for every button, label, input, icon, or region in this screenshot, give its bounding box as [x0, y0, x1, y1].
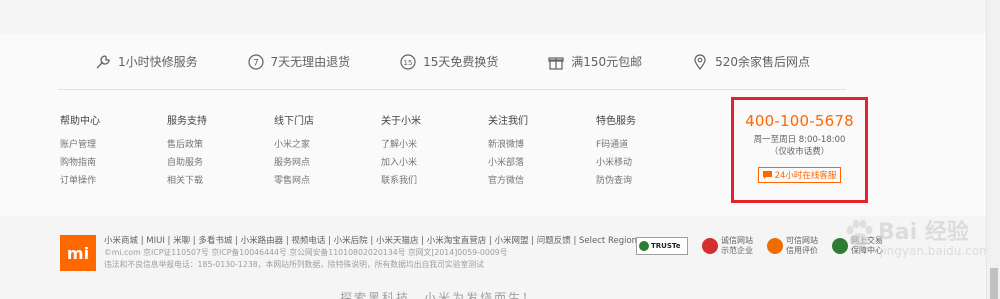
footer-link[interactable]: 购物指南: [60, 159, 100, 168]
gift-icon: [547, 53, 565, 71]
badge-text: 诚信网站: [721, 236, 753, 245]
trusted-site-badge[interactable]: 可信网站 信用评价: [767, 236, 818, 256]
footer-link[interactable]: 官方微信: [488, 177, 528, 186]
footer-link[interactable]: 防伪查询: [596, 177, 636, 186]
footer-link[interactable]: 小米部落: [488, 159, 528, 168]
column-title: 关于小米: [381, 116, 421, 127]
service-bar: 1小时快修服务 7 7天无理由退货 15 15天免费换货 满150元包邮 520…: [0, 34, 986, 90]
truste-seal-icon: [639, 241, 649, 251]
mi-logo[interactable]: mi: [60, 235, 96, 271]
footer-link[interactable]: 账户管理: [60, 141, 100, 150]
slogan: 探索黑科技，小米为发烧而生！: [340, 291, 537, 299]
footer-link[interactable]: F码通道: [596, 141, 636, 150]
svg-text:7: 7: [253, 58, 259, 68]
footer-link[interactable]: 小米移动: [596, 159, 636, 168]
service-item-repair[interactable]: 1小时快修服务: [94, 53, 198, 71]
chat-bubble-icon: [762, 171, 772, 179]
footer-link[interactable]: 零售网点: [274, 177, 314, 186]
service-label: 1小时快修服务: [118, 55, 198, 69]
location-pin-icon: [691, 53, 709, 71]
footer-link[interactable]: 自助服务: [167, 159, 207, 168]
footer-link[interactable]: 订单操作: [60, 177, 100, 186]
footer-column-stores: 线下门店 小米之家 服务网点 零售网点: [274, 112, 314, 195]
watermark-url: jingyan.baidu.com: [880, 244, 991, 258]
footer-link[interactable]: 相关下载: [167, 177, 207, 186]
footer-link[interactable]: 了解小米: [381, 141, 421, 150]
footer-column-help: 帮助中心 账户管理 购物指南 订单操作: [60, 112, 100, 195]
footer-link[interactable]: 小米之家: [274, 141, 314, 150]
baidu-jingyan-watermark: Bai 经验 jingyan.baidu.com: [840, 212, 991, 272]
column-title: 服务支持: [167, 116, 207, 127]
service-item-return[interactable]: 7 7天无理由退货: [247, 53, 351, 71]
badge-text: 示范企业: [721, 246, 753, 255]
truste-label: TRUSTe: [651, 242, 681, 250]
footer-link[interactable]: 服务网点: [274, 159, 314, 168]
customer-service-box: 400-100-5678 周一至周日 8:00-18:00 （仅收市话费） 24…: [731, 97, 868, 203]
column-title: 特色服务: [596, 116, 636, 127]
service-label: 满150元包邮: [571, 55, 643, 69]
service-item-outlets[interactable]: 520余家售后网点: [691, 53, 810, 71]
service-phone: 400-100-5678: [745, 112, 854, 130]
column-title: 关注我们: [488, 116, 528, 127]
footer-link[interactable]: 售后政策: [167, 141, 207, 150]
top-strip: [0, 0, 986, 34]
footer-link[interactable]: 新浪微博: [488, 141, 528, 150]
integrity-site-badge[interactable]: 诚信网站 示范企业: [702, 236, 753, 256]
column-title: 帮助中心: [60, 116, 100, 127]
wrench-icon: [94, 53, 112, 71]
footer-column-follow: 关注我们 新浪微博 小米部落 官方微信: [488, 112, 528, 195]
footer-column-support: 服务支持 售后政策 自助服务 相关下载: [167, 112, 207, 195]
footer-column-about: 关于小米 了解小米 加入小米 联系我们: [381, 112, 421, 195]
site-links-line[interactable]: 小米商城 | MIUI | 米聊 | 多看书城 | 小米路由器 | 视频电话 |…: [104, 235, 637, 247]
watermark-title: Bai 经验: [878, 220, 969, 245]
legal-strip: mi 小米商城 | MIUI | 米聊 | 多看书城 | 小米路由器 | 视频电…: [0, 216, 986, 286]
badge-text: 可信网站: [786, 236, 818, 245]
badge-text: 信用评价: [786, 246, 818, 255]
mi-logo-text: mi: [66, 243, 90, 263]
report-line: 违法和不良信息举报电话：185-0130-1238，本网站所列数据，除特殊说明，…: [104, 260, 484, 269]
trusted-seal-icon: [767, 238, 783, 254]
exchange-15-icon: 15: [399, 53, 417, 71]
svg-text:15: 15: [404, 59, 413, 67]
online-chat-button[interactable]: 24小时在线客服: [757, 167, 842, 183]
service-item-shipping[interactable]: 满150元包邮: [547, 53, 642, 71]
footer-link[interactable]: 联系我们: [381, 177, 421, 186]
service-label: 15天免费换货: [423, 55, 499, 69]
scrollbar-thumb[interactable]: [990, 268, 998, 299]
service-label: 520余家售后网点: [715, 55, 810, 69]
integrity-seal-icon: [702, 238, 718, 254]
paw-icon: [846, 219, 873, 247]
column-title: 线下门店: [274, 116, 314, 127]
service-item-exchange[interactable]: 15 15天免费换货: [399, 53, 498, 71]
vertical-scrollbar[interactable]: [986, 0, 1000, 299]
service-label: 7天无理由退货: [270, 55, 351, 69]
truste-badge[interactable]: TRUSTe: [636, 237, 688, 255]
footer-column-features: 特色服务 F码通道 小米移动 防伪查询: [596, 112, 636, 195]
footer-link[interactable]: 加入小米: [381, 159, 421, 168]
fee-note: （仅收市话费）: [769, 147, 830, 157]
service-hours: 周一至周日 8:00-18:00: [753, 135, 846, 145]
return-7-icon: 7: [247, 53, 265, 71]
icp-line: ©mi.com 京ICP证110507号 京ICP备10046444号 京公网安…: [104, 248, 508, 257]
online-chat-label: 24小时在线客服: [774, 171, 837, 181]
